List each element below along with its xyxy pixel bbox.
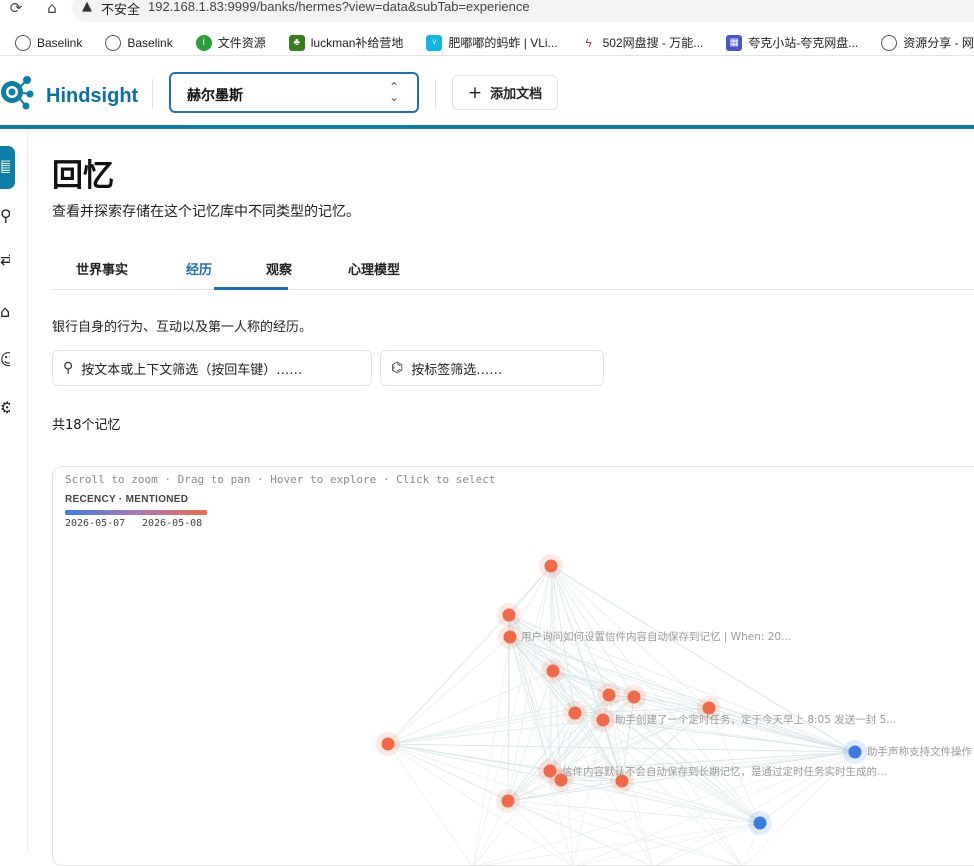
memory-node[interactable] <box>546 664 560 678</box>
bookmark-label: Baselink <box>127 35 173 50</box>
memory-node[interactable] <box>544 559 558 573</box>
tag-filter-input[interactable]: ⌬ 按标签筛选…… <box>380 350 604 386</box>
tag-icon: ⌬ <box>391 360 404 376</box>
sidebar <box>0 129 28 851</box>
bookmark-item[interactable]: Baselink <box>90 31 180 55</box>
bookmark-item[interactable]: ♣ luckman补给营地 <box>274 31 412 55</box>
plus-icon: + <box>467 82 483 103</box>
bookmark-item[interactable]: V 肥嘟嘟的蚂蚱 | VLi... <box>411 31 565 55</box>
memory-node-label: 助手创建了一个定时任务，定于今天早上 8:05 发送一封 5... <box>615 713 896 726</box>
home-icon[interactable]: ⌂ <box>44 0 60 16</box>
bookmark-label: 文件资源 <box>217 36 266 50</box>
tab-world-facts[interactable]: 世界事实 <box>76 259 128 278</box>
memory-node[interactable] <box>602 688 616 702</box>
graph-edge <box>507 800 572 865</box>
bookmark-label: Baselink <box>37 35 83 50</box>
insecure-label[interactable]: 不安全 <box>101 0 140 18</box>
bookmark-label: 肥嘟嘟的蚂蚱 | VLi... <box>448 36 558 50</box>
bookmark-item[interactable]: 资源分享 - 网 <box>866 31 974 55</box>
bookmark-label: 夸克小站-夸克网盘... <box>748 36 859 50</box>
header-divider <box>152 79 153 109</box>
tab-mental-models[interactable]: 心理模型 <box>348 259 400 278</box>
database-icon: ▤ <box>0 156 10 174</box>
search-icon[interactable]: ⚲ <box>0 206 10 224</box>
legend-title: RECENCY · MENTIONED <box>65 494 189 505</box>
grid-icon: ▦ <box>726 34 743 51</box>
memory-node-label: 助手声称支持文件操作 <box>867 745 972 758</box>
graph-edge <box>387 712 576 745</box>
legend-gradient <box>65 510 207 515</box>
building-icon[interactable]: ⌂ <box>0 302 10 320</box>
info-icon: i <box>195 34 212 51</box>
graph-edge <box>387 743 650 865</box>
globe-icon <box>881 34 898 51</box>
header-divider <box>435 79 436 109</box>
tag-filter-placeholder: 按标签筛选…… <box>411 362 503 378</box>
memory-node-label: 用户询问如何设置信件内容自动保存到记忆 | When: 20... <box>521 630 791 643</box>
tree-icon: ♣ <box>288 34 305 51</box>
hindsight-logo[interactable] <box>0 70 38 112</box>
graph-hint: Scroll to zoom · Drag to pan · Hover to … <box>65 473 496 486</box>
graph-edge <box>387 743 473 865</box>
bank-select[interactable]: 赫尔墨斯 ⌃ ⌄ <box>169 72 419 113</box>
memory-node[interactable] <box>596 713 610 727</box>
memory-node[interactable] <box>381 737 395 751</box>
lightning-icon: ϟ <box>580 34 597 51</box>
bookmarks-bar: Baselink Baselink i 文件资源 ♣ luckman补给营地 V 肥嘟… <box>0 30 974 56</box>
page-title: 回忆 <box>52 158 114 194</box>
header-accent-border <box>0 125 974 129</box>
url-text[interactable]: 192.168.1.83:9999/banks/hermes?view=data… <box>148 0 530 14</box>
legend-start-date: 2026-05-07 <box>65 518 126 529</box>
memory-tabs: 世界事实 经历 观察 心理模型 <box>52 247 974 290</box>
bookmark-item[interactable]: ▦ 夸克小站-夸克网盘... <box>711 31 866 55</box>
add-document-button[interactable]: + 添加文档 <box>452 75 558 110</box>
chevron-up-down-icon: ⌃ ⌄ <box>388 80 399 104</box>
memory-node[interactable] <box>502 608 516 622</box>
memory-node[interactable] <box>753 816 767 830</box>
memory-node-label: 信件内容默认不会自动保存到长期记忆，是通过定时任务实时生成的... <box>562 765 887 778</box>
graph-edge <box>759 751 856 824</box>
bookmark-item[interactable]: Baselink <box>0 31 90 55</box>
add-document-label: 添加文档 <box>490 87 543 102</box>
text-filter-input[interactable]: ⚲ 按文本或上下文筛选（按回车键）…… <box>52 350 372 386</box>
memory-node[interactable] <box>702 701 716 715</box>
browser-address-bar: ⟳ ⌂ ▲ 不安全 192.168.1.83:9999/banks/hermes… <box>0 0 974 28</box>
memory-node[interactable] <box>848 745 862 759</box>
text-filter-placeholder: 按文本或上下文筛选（按回车键）…… <box>81 362 303 378</box>
brand-name[interactable]: Hindsight <box>46 85 138 108</box>
globe-icon <box>15 34 31 51</box>
search-icon: ⚲ <box>63 360 74 376</box>
memory-node[interactable] <box>627 690 641 704</box>
bookmark-item[interactable]: i 文件资源 <box>181 31 274 55</box>
memory-node[interactable] <box>568 706 582 720</box>
bookmark-item[interactable]: ϟ 502网盘搜 - 万能... <box>566 31 712 55</box>
vlink-icon: V <box>426 34 443 51</box>
globe-icon <box>105 34 122 51</box>
tab-description: 银行自身的行为、互动以及第一人称的经历。 <box>52 320 313 335</box>
tab-experience[interactable]: 经历 <box>186 259 212 278</box>
page-subtitle: 查看并探索存储在这个记忆库中不同类型的记忆。 <box>52 204 360 220</box>
legend-end-date: 2026-05-08 <box>142 518 203 529</box>
bookmark-label: 资源分享 - 网 <box>903 36 974 50</box>
memory-graph[interactable]: 用户询问如何设置信件内容自动保存到记忆 | When: 20... 助手创建了一个… <box>52 466 974 866</box>
memory-node[interactable] <box>503 630 517 644</box>
bookmark-label: luckman补给营地 <box>310 36 404 50</box>
bank-select-value: 赫尔墨斯 <box>187 88 243 104</box>
graph-edge <box>387 670 554 745</box>
shuffle-icon[interactable]: ⇄ <box>0 250 10 268</box>
graph-edge <box>387 636 511 745</box>
graph-edge <box>509 636 856 753</box>
tab-observations[interactable]: 观察 <box>266 259 292 278</box>
active-tab-indicator <box>214 287 288 290</box>
graph-edge <box>509 636 562 781</box>
settings-icon[interactable]: ⚙ <box>0 398 10 416</box>
users-icon[interactable]: ☺ <box>0 350 10 368</box>
memory-node[interactable] <box>501 794 515 808</box>
memory-count: 共18个记忆 <box>52 418 121 433</box>
reload-icon[interactable]: ⟳ <box>8 0 24 16</box>
warning-icon[interactable]: ▲ <box>82 0 92 14</box>
bookmark-label: 502网盘搜 - 万能... <box>602 36 704 50</box>
